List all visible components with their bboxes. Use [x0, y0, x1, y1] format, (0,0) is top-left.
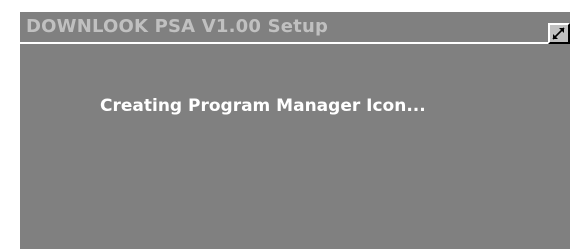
window-body: Creating Program Manager Icon...: [20, 44, 570, 249]
restore-button[interactable]: [548, 23, 570, 44]
setup-window: DOWNLOOK PSA V1.00 Setup Creating Progra…: [18, 10, 570, 249]
window-title: DOWNLOOK PSA V1.00 Setup: [26, 16, 329, 37]
status-message: Creating Program Manager Icon...: [100, 96, 426, 116]
title-bar[interactable]: DOWNLOOK PSA V1.00 Setup: [20, 12, 570, 44]
